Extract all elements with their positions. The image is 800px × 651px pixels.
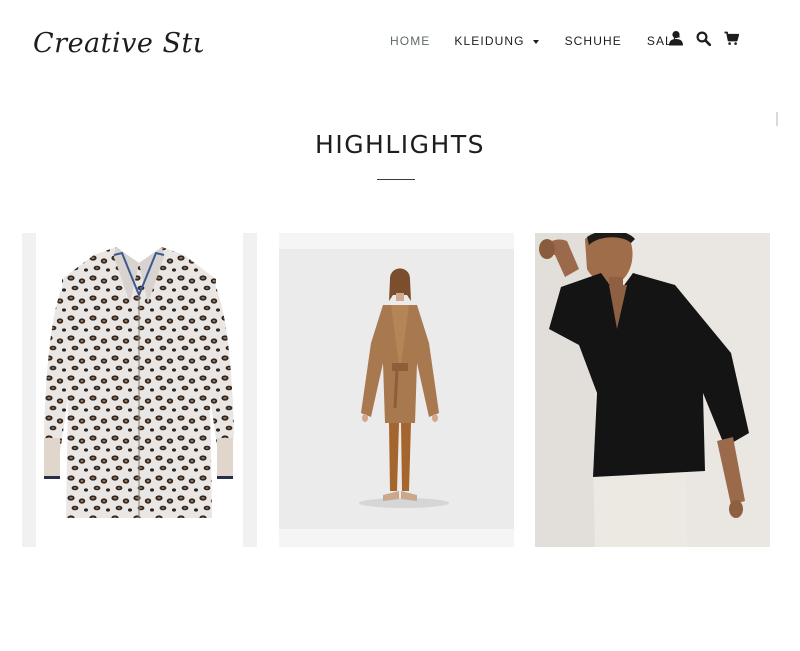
product-image-leopard-blouse [36,233,243,547]
product-card-black-top[interactable] [535,233,770,547]
product-image-suede-outfit [279,233,514,547]
header-icons [668,30,739,46]
search-icon[interactable] [696,30,711,46]
title-divider [377,179,415,180]
nav-item-home[interactable]: HOME [390,34,430,48]
site-logo[interactable]: Creative Studio [33,16,203,66]
nav-item-schuhe[interactable]: SCHUHE [565,34,622,48]
product-grid [22,233,770,547]
section-title: HIGHLIGHTS [315,130,485,159]
nav-item-kleidung-label: KLEIDUNG [454,34,525,48]
logo-text: Creative Studio [33,28,203,59]
product-card-suede-outfit[interactable] [279,233,514,547]
site-header: Creative Studio HOME KLEIDUNG SCHUHE SAL… [0,0,800,90]
logo-wordmark: Creative Studio [33,28,203,59]
product-card-leopard-blouse[interactable] [22,233,257,547]
account-icon[interactable] [668,30,684,46]
cart-icon[interactable] [724,31,739,46]
scrollbar[interactable] [776,112,778,126]
nav-item-kleidung[interactable]: KLEIDUNG [454,34,539,48]
product-image-black-top [535,233,770,547]
caret-down-icon [532,39,539,44]
main-nav: HOME KLEIDUNG SCHUHE SALE [390,32,682,50]
